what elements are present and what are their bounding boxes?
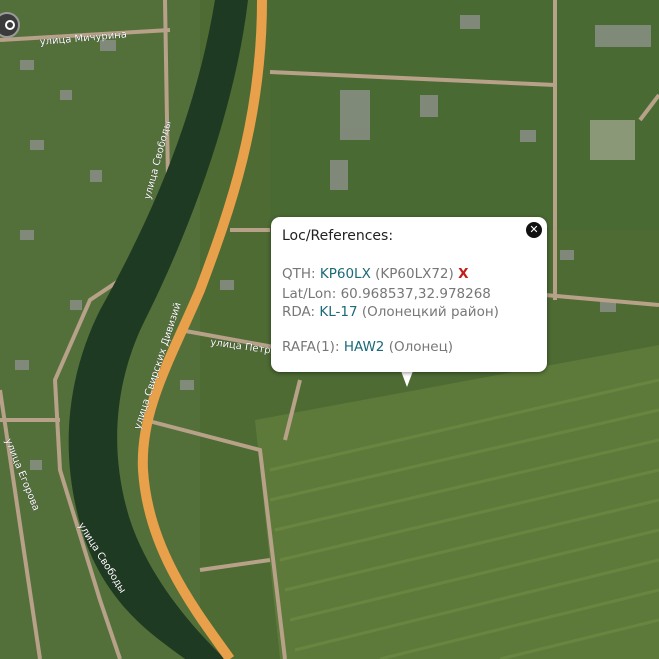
clearing: [590, 120, 635, 160]
rda-name: (Олонецкий район): [361, 304, 499, 320]
qth-remove-button[interactable]: X: [458, 266, 468, 282]
qth-locator-link[interactable]: KP60LX: [320, 266, 371, 282]
navigation-icon: [5, 20, 15, 30]
popup-pointer: [401, 371, 413, 387]
rafa-code-link[interactable]: HAW2: [344, 339, 385, 355]
latlon-label: Lat/Lon:: [282, 286, 337, 302]
qth-row: QTH: KP60LX (KP60LX72) X: [282, 266, 469, 282]
rafa-label: RAFA(1):: [282, 339, 340, 355]
info-popup: ✕ Loc/References: QTH: KP60LX (KP60LX72)…: [271, 217, 547, 372]
rda-row: RDA: KL-17 (Олонецкий район): [282, 304, 499, 320]
rda-code-link[interactable]: KL-17: [319, 304, 357, 320]
rafa-name: (Олонец): [388, 339, 454, 355]
close-icon[interactable]: ✕: [526, 222, 542, 238]
rda-label: RDA:: [282, 304, 316, 320]
qth-label: QTH:: [282, 266, 316, 282]
qth-extended: (KP60LX72): [375, 266, 454, 282]
latlon-value: 60.968537,32.978268: [340, 286, 491, 302]
popup-title: Loc/References:: [282, 228, 394, 244]
latlon-row: Lat/Lon: 60.968537,32.978268: [282, 286, 491, 302]
rafa-row: RAFA(1): HAW2 (Олонец): [282, 339, 453, 355]
